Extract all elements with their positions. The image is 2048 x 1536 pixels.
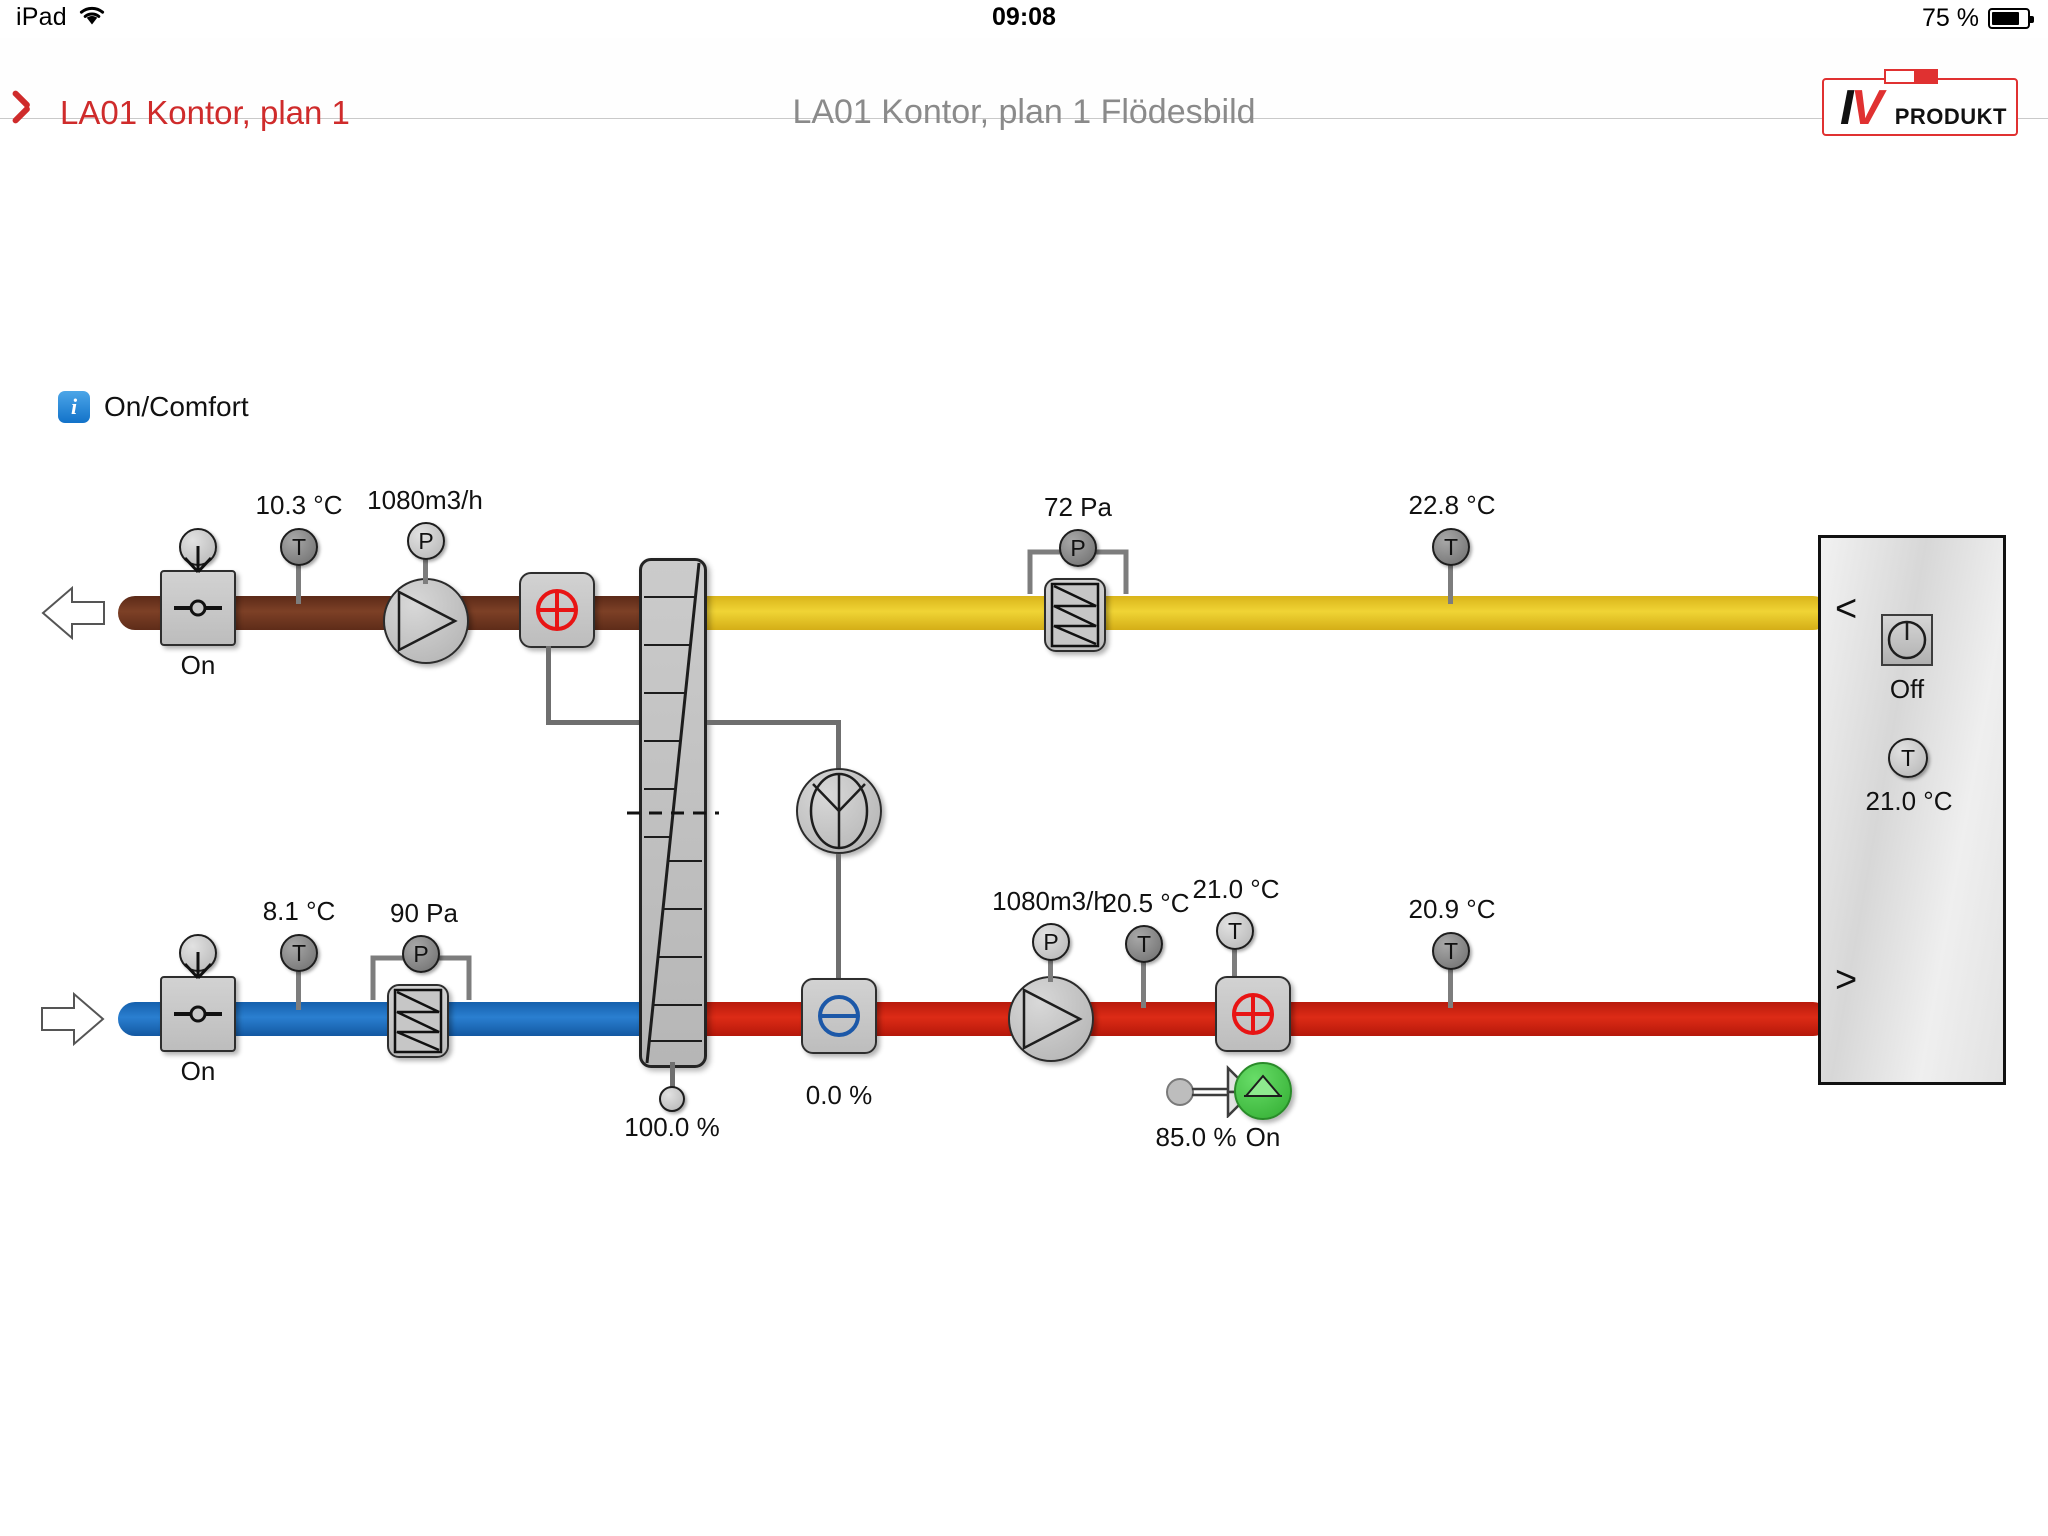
- exhaust-temperature-value: 22.8 °C: [1408, 490, 1496, 520]
- extract-temperature-sensor-icon: T: [280, 528, 318, 566]
- control-wire-coil-horizontal: [546, 720, 646, 725]
- supply-temperature-sensor-2-icon: T: [1216, 912, 1254, 950]
- exhaust-pressure-sensor-icon: P: [1059, 529, 1097, 567]
- outdoor-damper-state: On: [180, 1056, 216, 1086]
- cooling-coil[interactable]: [801, 978, 877, 1054]
- control-wire-hx-to-motor-v: [836, 720, 841, 772]
- zone-temperature-value: 21.0 °C: [1865, 786, 1953, 816]
- extract-flow-value: 1080m3/h: [367, 485, 483, 515]
- supply-air-fan-icon: [1008, 976, 1094, 1062]
- building-zone[interactable]: < > Off T 21.0 °C: [1818, 535, 2006, 1085]
- zone-temperature-sensor-icon: T: [1888, 738, 1928, 778]
- supply-temperature-sensor-3-icon: T: [1432, 932, 1470, 970]
- heat-exchanger-motor-icon: [796, 768, 882, 854]
- heating-circulation-pump-icon[interactable]: [1234, 1062, 1292, 1120]
- cooling-coil-value: 0.0 %: [805, 1080, 873, 1110]
- outdoor-pressure-value: 90 Pa: [390, 898, 458, 928]
- outdoor-pressure-sensor-icon: P: [402, 935, 440, 973]
- extract-heating-coil[interactable]: [519, 572, 595, 648]
- zone-schedule-state: Off: [1889, 674, 1925, 704]
- outdoor-flow-arrow: [40, 987, 106, 1051]
- extract-damper-state: On: [180, 650, 216, 680]
- outdoor-air-damper[interactable]: [160, 976, 236, 1052]
- exhaust-temperature-sensor-icon: T: [1432, 528, 1470, 566]
- damper-actuator-linkage: [183, 546, 213, 574]
- flow-diagram: On T 10.3 °C P 1080m3/h P 72 Pa T 22.8 °…: [0, 0, 2048, 1536]
- exhaust-air-duct: [690, 596, 1830, 630]
- supply-flow-sensor-icon: P: [1032, 923, 1070, 961]
- control-wire-hx-to-motor-h: [707, 720, 841, 725]
- extract-air-fan-icon: [383, 578, 469, 664]
- control-wire-coil-vertical: [546, 646, 551, 724]
- supply-heating-coil[interactable]: [1215, 976, 1291, 1052]
- exhaust-pressure-value: 72 Pa: [1044, 492, 1112, 522]
- heat-exchanger-value: 100.0 %: [624, 1112, 720, 1142]
- extract-air-damper[interactable]: [160, 570, 236, 646]
- heat-exchanger-position-indicator: [659, 1086, 685, 1112]
- outdoor-temperature-sensor-icon: T: [280, 934, 318, 972]
- control-wire-motor-to-cooling: [836, 854, 841, 978]
- supply-temperature-3-value: 20.9 °C: [1408, 894, 1496, 924]
- extract-flow-sensor-icon: P: [407, 522, 445, 560]
- timer-icon[interactable]: [1881, 614, 1933, 666]
- heating-pump-state: On: [1245, 1122, 1281, 1152]
- heat-exchanger-divider: [627, 811, 719, 815]
- supply-temperature-2-value: 21.0 °C: [1192, 874, 1280, 904]
- zone-supply-chevron: >: [1835, 959, 1858, 1001]
- exhaust-flow-arrow: [40, 581, 106, 645]
- zone-extract-chevron: <: [1835, 588, 1858, 630]
- supply-temperature-sensor-1-icon: T: [1125, 925, 1163, 963]
- outdoor-damper-actuator-linkage: [183, 952, 213, 980]
